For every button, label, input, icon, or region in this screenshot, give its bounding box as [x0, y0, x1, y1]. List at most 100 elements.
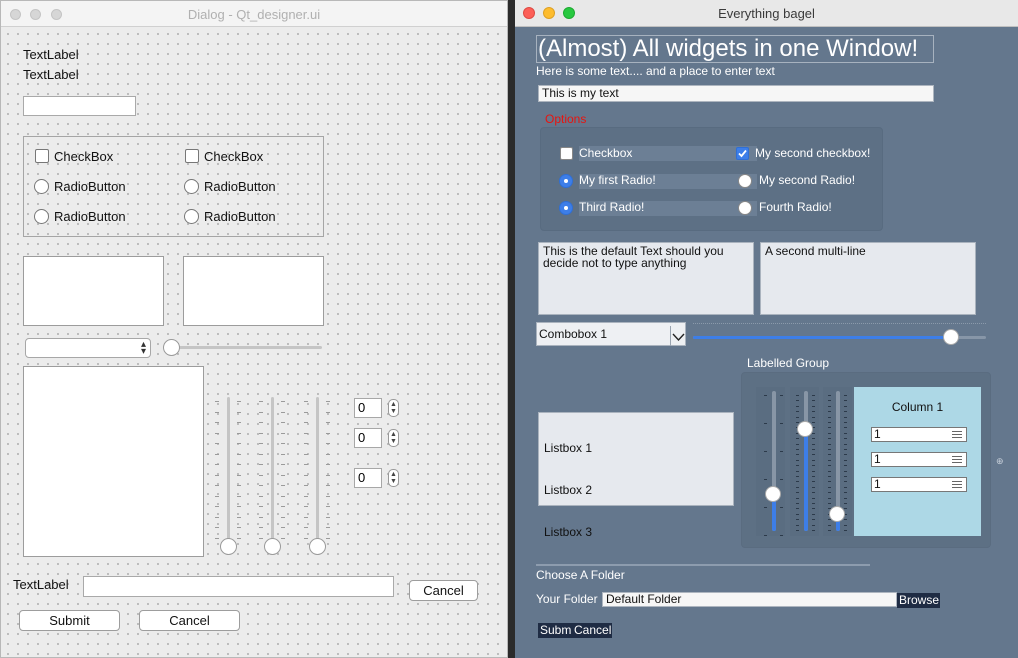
slider-tick: [828, 465, 831, 467]
slider-tick: [304, 527, 308, 528]
folder-input[interactable]: Default Folder: [602, 592, 897, 607]
slider-tick: [796, 481, 799, 483]
multiline-2[interactable]: A second multi-line: [760, 242, 976, 315]
spinbox-1-arrows-icon[interactable]: ▲ ▼: [388, 399, 399, 417]
slider-tick: [259, 411, 263, 413]
listbox-item[interactable]: Listbox 2: [544, 483, 728, 497]
slider-tick: [796, 519, 799, 521]
vertical-slider-2-handle[interactable]: [264, 538, 281, 555]
slider-tick: [259, 432, 263, 434]
submit-button[interactable]: Submit: [538, 623, 573, 638]
bottom-line-edit[interactable]: [83, 576, 394, 597]
vertical-slider-3[interactable]: [316, 397, 319, 547]
slider-tick: [237, 516, 241, 518]
slider-tick: [812, 449, 815, 450]
slider-tick: [812, 454, 815, 456]
radio-3-label: Third Radio!: [579, 200, 645, 214]
radio-3[interactable]: [559, 201, 573, 215]
spinbox-3-arrows-icon[interactable]: ▲ ▼: [388, 469, 399, 487]
browse-button[interactable]: Browse: [897, 593, 940, 608]
combo-box[interactable]: ▴ ▾: [25, 338, 151, 358]
horizontal-slider-track[interactable]: [171, 346, 322, 349]
slider-tick: [237, 432, 241, 434]
radio-button-2[interactable]: [184, 179, 199, 194]
slider-tick: [796, 416, 799, 418]
slider-tick: [259, 474, 263, 476]
slider-tick: [812, 519, 815, 521]
resize-grip-icon[interactable]: ⊕: [996, 456, 1004, 467]
right-title-bar[interactable]: Everything bagel: [515, 0, 1018, 27]
slider-tick: [828, 411, 831, 413]
slider-tick: [326, 537, 330, 539]
intro-text: Here is some text.... and a place to ent…: [536, 64, 775, 78]
checkbox-2[interactable]: [185, 149, 199, 163]
listbox-item[interactable]: Listbox 1: [544, 441, 728, 455]
spin-1[interactable]: 1: [871, 427, 967, 442]
spinbox-3[interactable]: 0: [354, 468, 382, 488]
radio-4-label: RadioButton: [204, 209, 276, 224]
left-window-title: Dialog - Qt_designer.ui: [187, 7, 321, 22]
list-widget[interactable]: [23, 366, 204, 557]
radio-button-3[interactable]: [34, 209, 49, 224]
slider-tick: [844, 497, 847, 499]
slider-tick: [796, 395, 799, 396]
spin-2[interactable]: 1: [871, 452, 967, 467]
right-window-title: Everything bagel: [718, 6, 815, 21]
slider-tick: [326, 516, 330, 518]
slider-tick: [780, 451, 783, 452]
horizontal-slider-fill: [693, 336, 951, 339]
spinbox-1[interactable]: 0: [354, 398, 382, 418]
checkbox-1[interactable]: [560, 147, 573, 160]
horizontal-slider-handle[interactable]: [163, 339, 180, 356]
vertical-slider-3-handle[interactable]: [829, 506, 845, 522]
multiline-1[interactable]: This is the default Text should you deci…: [538, 242, 754, 315]
vertical-slider-2[interactable]: [271, 397, 274, 547]
listbox-item[interactable]: Listbox 3: [544, 525, 728, 539]
radio-4[interactable]: [738, 201, 752, 215]
listbox[interactable]: Listbox 1 Listbox 2 Listbox 3: [538, 412, 734, 539]
vertical-slider-1-handle[interactable]: [220, 538, 237, 555]
combo-box[interactable]: Combobox 1: [536, 322, 686, 346]
slider-tick: [215, 537, 219, 539]
slider-tick: [812, 470, 815, 472]
group-box: CheckBox CheckBox RadioButton RadioButto…: [23, 136, 324, 237]
checkbox-2[interactable]: [736, 147, 749, 160]
slider-tick: [281, 422, 285, 423]
slider-tick: [828, 427, 831, 429]
text-edit-2[interactable]: [183, 256, 324, 326]
slider-tick: [796, 492, 799, 494]
spinbox-2-arrows-icon[interactable]: ▲ ▼: [388, 429, 399, 447]
slider-tick: [812, 459, 815, 461]
text-edit-1[interactable]: [23, 256, 164, 326]
cancel-button-right[interactable]: Cancel: [409, 580, 478, 601]
slider-tick: [796, 411, 799, 413]
slider-tick: [237, 401, 241, 402]
slider-tick: [796, 486, 799, 488]
horizontal-slider-handle[interactable]: [942, 329, 959, 345]
checkbox-1[interactable]: [35, 149, 49, 163]
line-edit[interactable]: [23, 96, 136, 116]
vertical-slider-1-handle[interactable]: [765, 486, 781, 502]
slider-tick: [237, 474, 241, 476]
designer-canvas: TextLabel TextLabel CheckBox CheckBox Ra…: [1, 27, 507, 657]
combo-arrow-icon[interactable]: [670, 326, 685, 346]
vertical-slider-2-handle[interactable]: [797, 421, 813, 437]
slider-tick: [215, 401, 219, 402]
slider-tick: [304, 432, 308, 434]
radio-button-4[interactable]: [184, 209, 199, 224]
submit-button[interactable]: Submit: [19, 610, 120, 631]
cancel-button[interactable]: Cancel: [139, 610, 240, 631]
spinbox-2[interactable]: 0: [354, 428, 382, 448]
radio-1[interactable]: [559, 174, 573, 188]
left-title-bar[interactable]: Dialog - Qt_designer.ui: [1, 1, 507, 27]
radio-1-label: My first Radio!: [579, 173, 656, 187]
slider-tick: [237, 537, 241, 539]
cancel-button[interactable]: Cancel: [572, 623, 612, 638]
text-input[interactable]: This is my text: [538, 85, 934, 102]
radio-button-1[interactable]: [34, 179, 49, 194]
vertical-slider-1[interactable]: [227, 397, 230, 547]
checkbox-1-label: Checkbox: [579, 146, 633, 160]
vertical-slider-3-handle[interactable]: [309, 538, 326, 555]
spin-3[interactable]: 1: [871, 477, 967, 492]
radio-2[interactable]: [738, 174, 752, 188]
